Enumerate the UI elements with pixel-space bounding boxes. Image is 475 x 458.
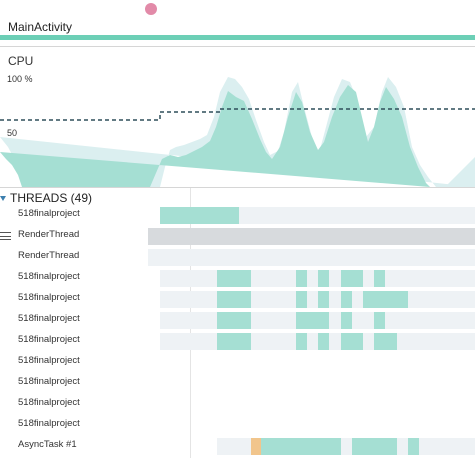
thread-name: 518finalproject xyxy=(18,271,80,282)
activity-bar[interactable] xyxy=(0,35,475,40)
cpu-section-title: CPU xyxy=(8,54,34,68)
divider xyxy=(0,187,475,188)
thread-name: 518finalproject xyxy=(18,334,80,345)
thread-row[interactable]: 518finalproject xyxy=(0,268,475,289)
thread-name: 518finalproject xyxy=(18,397,80,408)
thread-row[interactable]: 518finalproject xyxy=(0,394,475,415)
thread-running-segment[interactable] xyxy=(340,312,352,329)
thread-running-segment[interactable] xyxy=(317,291,330,308)
cpu-app-area xyxy=(0,85,430,187)
thread-name: AsyncTask #1 xyxy=(18,439,77,450)
thread-name: 518finalproject xyxy=(18,208,80,219)
thread-state-track[interactable] xyxy=(148,249,475,266)
cpu-usage-chart[interactable] xyxy=(0,47,475,187)
thread-running-segment[interactable] xyxy=(373,270,386,287)
thread-row[interactable]: 518finalproject xyxy=(0,205,475,226)
cpu-axis-mid-label: 50 xyxy=(7,128,18,138)
thread-name: 518finalproject xyxy=(18,376,80,387)
thread-row[interactable]: AsyncTask #1 xyxy=(0,436,475,457)
threads-title: THREADS (49) xyxy=(10,191,93,205)
thread-running-segment[interactable] xyxy=(295,333,308,350)
thread-row[interactable]: 518finalproject xyxy=(0,415,475,436)
thread-running-segment[interactable] xyxy=(373,333,398,350)
thread-running-segment[interactable] xyxy=(340,291,352,308)
thread-state-track[interactable] xyxy=(148,228,475,245)
thread-row[interactable]: 518finalproject xyxy=(0,352,475,373)
thread-running-segment[interactable] xyxy=(295,312,330,329)
activity-label[interactable]: MainActivity xyxy=(8,20,72,34)
thread-row[interactable]: 518finalproject xyxy=(0,373,475,394)
thread-name: RenderThread xyxy=(18,229,80,240)
thread-running-segment[interactable] xyxy=(217,312,251,329)
thread-name: 518finalproject xyxy=(18,292,80,303)
thread-row[interactable]: 518finalproject xyxy=(0,289,475,310)
thread-running-segment[interactable] xyxy=(317,270,330,287)
triangle-down-icon[interactable] xyxy=(0,195,6,201)
thread-running-segment[interactable] xyxy=(217,270,251,287)
thread-running-segment[interactable] xyxy=(373,312,386,329)
thread-running-segment[interactable] xyxy=(362,291,409,308)
session-marker-dot[interactable] xyxy=(145,3,157,15)
thread-highlight-segment[interactable] xyxy=(250,438,261,455)
thread-row[interactable]: RenderThread xyxy=(0,247,475,268)
thread-running-segment[interactable] xyxy=(408,438,419,455)
thread-running-segment[interactable] xyxy=(340,333,363,350)
thread-running-segment[interactable] xyxy=(260,438,341,455)
threads-header[interactable]: THREADS (49) xyxy=(0,190,92,206)
thread-name: 518finalproject xyxy=(18,418,80,429)
thread-running-segment[interactable] xyxy=(295,291,308,308)
thread-row[interactable]: 518finalproject xyxy=(0,331,475,352)
thread-name: RenderThread xyxy=(18,250,80,261)
thread-running-segment[interactable] xyxy=(217,291,251,308)
thread-name: 518finalproject xyxy=(18,355,80,366)
thread-running-segment[interactable] xyxy=(160,207,239,224)
thread-row[interactable]: 518finalproject xyxy=(0,310,475,331)
thread-running-segment[interactable] xyxy=(295,270,308,287)
hamburger-icon[interactable] xyxy=(0,232,11,240)
thread-running-segment[interactable] xyxy=(317,333,330,350)
thread-name: 518finalproject xyxy=(18,313,80,324)
cpu-axis-max-label: 100 % xyxy=(7,74,33,84)
thread-running-segment[interactable] xyxy=(217,333,251,350)
thread-running-segment[interactable] xyxy=(351,438,398,455)
thread-row[interactable]: RenderThread xyxy=(0,226,475,247)
thread-running-segment[interactable] xyxy=(340,270,363,287)
